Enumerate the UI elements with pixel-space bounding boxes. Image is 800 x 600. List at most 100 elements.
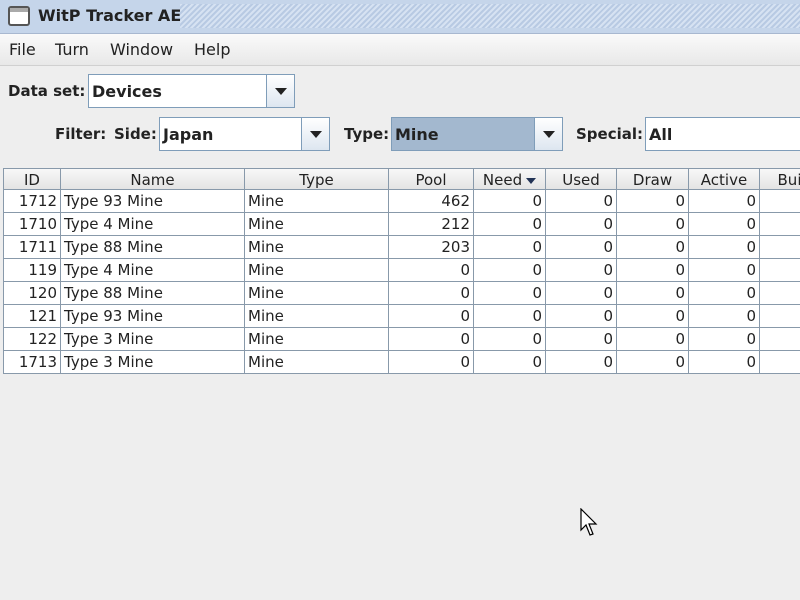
table-cell[interactable]: 0 xyxy=(474,328,546,351)
special-combo[interactable]: All xyxy=(645,117,800,151)
table-row[interactable]: 119 Type 4 Mine Mine 0 0 0 0 0 xyxy=(4,259,800,282)
table-cell[interactable]: 121 xyxy=(4,305,61,328)
table-cell[interactable]: Type 93 Mine xyxy=(61,305,245,328)
column-header-id[interactable]: ID xyxy=(4,168,61,190)
table-row[interactable]: 122 Type 3 Mine Mine 0 0 0 0 0 xyxy=(4,328,800,351)
table-cell[interactable]: Type 88 Mine xyxy=(61,282,245,305)
table-cell[interactable]: Mine xyxy=(245,328,389,351)
table-cell[interactable]: 0 xyxy=(617,282,689,305)
column-header-used[interactable]: Used xyxy=(546,168,617,190)
table-cell[interactable]: Mine xyxy=(245,351,389,374)
table-cell[interactable]: Mine xyxy=(245,236,389,259)
devices-table[interactable]: ID Name Type Pool Need Used Draw Active Bui 1712… xyxy=(3,168,800,374)
table-cell[interactable]: 0 xyxy=(617,236,689,259)
table-cell[interactable]: 0 xyxy=(617,305,689,328)
column-header-draw[interactable]: Draw xyxy=(617,168,689,190)
table-cell[interactable]: 0 xyxy=(389,328,474,351)
table-cell[interactable]: 0 xyxy=(474,259,546,282)
table-row[interactable]: 120 Type 88 Mine Mine 0 0 0 0 0 xyxy=(4,282,800,305)
table-cell[interactable]: 0 xyxy=(617,351,689,374)
menu-help[interactable]: Help xyxy=(194,40,230,59)
table-cell[interactable]: Type 4 Mine xyxy=(61,213,245,236)
menu-turn[interactable]: Turn xyxy=(55,40,89,59)
column-header-active[interactable]: Active xyxy=(689,168,760,190)
table-cell[interactable] xyxy=(760,328,800,351)
column-header-name[interactable]: Name xyxy=(61,168,245,190)
table-cell[interactable]: 0 xyxy=(474,190,546,213)
table-cell[interactable]: 0 xyxy=(689,351,760,374)
table-cell[interactable] xyxy=(760,236,800,259)
table-cell[interactable]: 0 xyxy=(689,213,760,236)
table-cell[interactable]: 0 xyxy=(546,305,617,328)
table-cell[interactable] xyxy=(760,259,800,282)
table-cell[interactable]: 0 xyxy=(546,259,617,282)
side-combo[interactable]: Japan xyxy=(159,117,330,151)
table-cell[interactable]: 462 xyxy=(389,190,474,213)
table-cell[interactable]: Type 3 Mine xyxy=(61,328,245,351)
table-row[interactable]: 1711 Type 88 Mine Mine 203 0 0 0 0 xyxy=(4,236,800,259)
table-cell[interactable]: Mine xyxy=(245,213,389,236)
table-cell[interactable]: 0 xyxy=(389,259,474,282)
table-cell[interactable]: 1711 xyxy=(4,236,61,259)
table-cell[interactable]: 0 xyxy=(617,328,689,351)
table-cell[interactable]: 0 xyxy=(689,190,760,213)
table-cell[interactable]: 0 xyxy=(617,190,689,213)
title-bar-drag-area[interactable] xyxy=(180,4,800,28)
column-header-bui[interactable]: Bui xyxy=(760,168,800,190)
table-cell[interactable]: 0 xyxy=(617,213,689,236)
table-cell[interactable]: 0 xyxy=(617,259,689,282)
table-row[interactable]: 121 Type 93 Mine Mine 0 0 0 0 0 xyxy=(4,305,800,328)
table-cell[interactable] xyxy=(760,213,800,236)
menu-window[interactable]: Window xyxy=(110,40,173,59)
table-cell[interactable]: 0 xyxy=(474,236,546,259)
table-cell[interactable]: 0 xyxy=(546,236,617,259)
table-cell[interactable]: Type 88 Mine xyxy=(61,236,245,259)
menu-file[interactable]: File xyxy=(9,40,36,59)
column-header-pool[interactable]: Pool xyxy=(389,168,474,190)
table-cell[interactable]: 0 xyxy=(474,213,546,236)
chevron-down-icon[interactable] xyxy=(534,118,562,150)
table-cell[interactable]: 0 xyxy=(689,259,760,282)
column-header-type[interactable]: Type xyxy=(245,168,389,190)
table-cell[interactable] xyxy=(760,305,800,328)
table-cell[interactable]: 212 xyxy=(389,213,474,236)
column-header-need[interactable]: Need xyxy=(474,168,546,190)
table-row[interactable]: 1713 Type 3 Mine Mine 0 0 0 0 0 xyxy=(4,351,800,374)
table-cell[interactable]: 0 xyxy=(689,328,760,351)
chevron-down-icon[interactable] xyxy=(301,118,329,150)
table-cell[interactable]: 122 xyxy=(4,328,61,351)
chevron-down-icon[interactable] xyxy=(266,75,294,107)
table-cell[interactable]: 0 xyxy=(546,351,617,374)
table-cell[interactable]: 119 xyxy=(4,259,61,282)
table-cell[interactable]: 0 xyxy=(474,282,546,305)
table-cell[interactable]: 0 xyxy=(389,282,474,305)
table-cell[interactable]: Type 4 Mine xyxy=(61,259,245,282)
table-cell[interactable]: 120 xyxy=(4,282,61,305)
table-cell[interactable]: 0 xyxy=(389,351,474,374)
table-cell[interactable]: Mine xyxy=(245,282,389,305)
table-row[interactable]: 1712 Type 93 Mine Mine 462 0 0 0 0 xyxy=(4,190,800,213)
table-cell[interactable] xyxy=(760,282,800,305)
table-cell[interactable]: 0 xyxy=(546,282,617,305)
table-cell[interactable]: 0 xyxy=(689,282,760,305)
table-cell[interactable]: 1713 xyxy=(4,351,61,374)
table-cell[interactable] xyxy=(760,190,800,213)
table-cell[interactable]: 0 xyxy=(546,213,617,236)
table-cell[interactable] xyxy=(760,351,800,374)
table-cell[interactable]: 0 xyxy=(474,305,546,328)
table-cell[interactable]: 1710 xyxy=(4,213,61,236)
table-cell[interactable]: Type 3 Mine xyxy=(61,351,245,374)
title-bar[interactable]: WitP Tracker AE xyxy=(0,0,800,34)
table-cell[interactable]: 0 xyxy=(689,305,760,328)
table-cell[interactable]: Type 93 Mine xyxy=(61,190,245,213)
table-cell[interactable]: Mine xyxy=(245,305,389,328)
table-cell[interactable]: 203 xyxy=(389,236,474,259)
table-cell[interactable]: 0 xyxy=(689,236,760,259)
table-cell[interactable]: Mine xyxy=(245,190,389,213)
dataset-combo[interactable]: Devices xyxy=(88,74,295,108)
table-cell[interactable]: 0 xyxy=(546,328,617,351)
table-cell[interactable]: Mine xyxy=(245,259,389,282)
table-row[interactable]: 1710 Type 4 Mine Mine 212 0 0 0 0 xyxy=(4,213,800,236)
table-cell[interactable]: 0 xyxy=(546,190,617,213)
table-cell[interactable]: 0 xyxy=(474,351,546,374)
